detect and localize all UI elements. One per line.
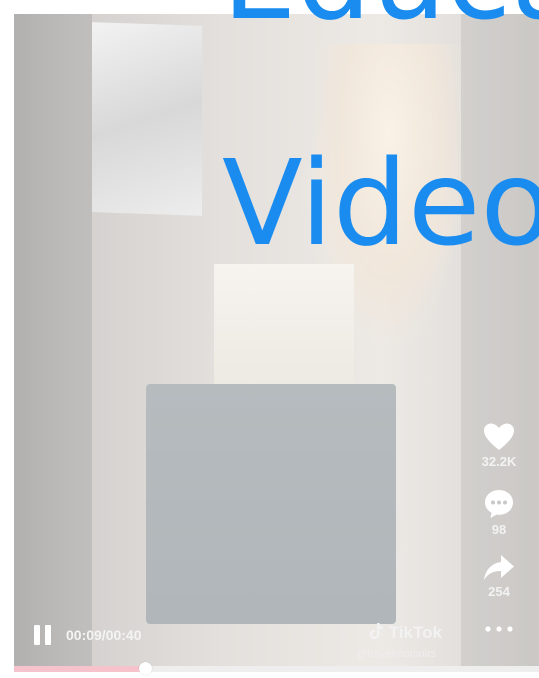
- share-button[interactable]: 254: [470, 554, 528, 599]
- creator-handle: @travelmomoirs: [356, 648, 437, 660]
- video-player[interactable]: [14, 14, 539, 666]
- progress-fill: [14, 666, 146, 672]
- share-arrow-icon: [484, 555, 514, 580]
- pause-bar-left: [34, 625, 40, 645]
- tiktok-watermark: TikTok: [368, 622, 442, 643]
- progress-knob[interactable]: [139, 662, 153, 675]
- left-shade: [14, 14, 92, 666]
- ellipsis-icon: [485, 626, 513, 632]
- comment-button[interactable]: 98: [470, 488, 528, 537]
- comment-bubble-icon: [485, 490, 513, 518]
- progress-bar[interactable]: [14, 662, 539, 675]
- like-count: 32.2K: [481, 454, 517, 469]
- like-button[interactable]: 32.2K: [470, 422, 528, 469]
- comment-count: 98: [491, 522, 507, 537]
- pause-bar-right: [45, 625, 51, 645]
- watermark-text: TikTok: [388, 623, 442, 642]
- pause-button[interactable]: [34, 625, 52, 645]
- playback-time: 00:09/00:40: [66, 627, 142, 643]
- heart-icon: [484, 423, 514, 450]
- more-options-button[interactable]: [470, 624, 528, 634]
- tiktok-logo-icon: [369, 623, 383, 639]
- share-count: 254: [488, 584, 510, 599]
